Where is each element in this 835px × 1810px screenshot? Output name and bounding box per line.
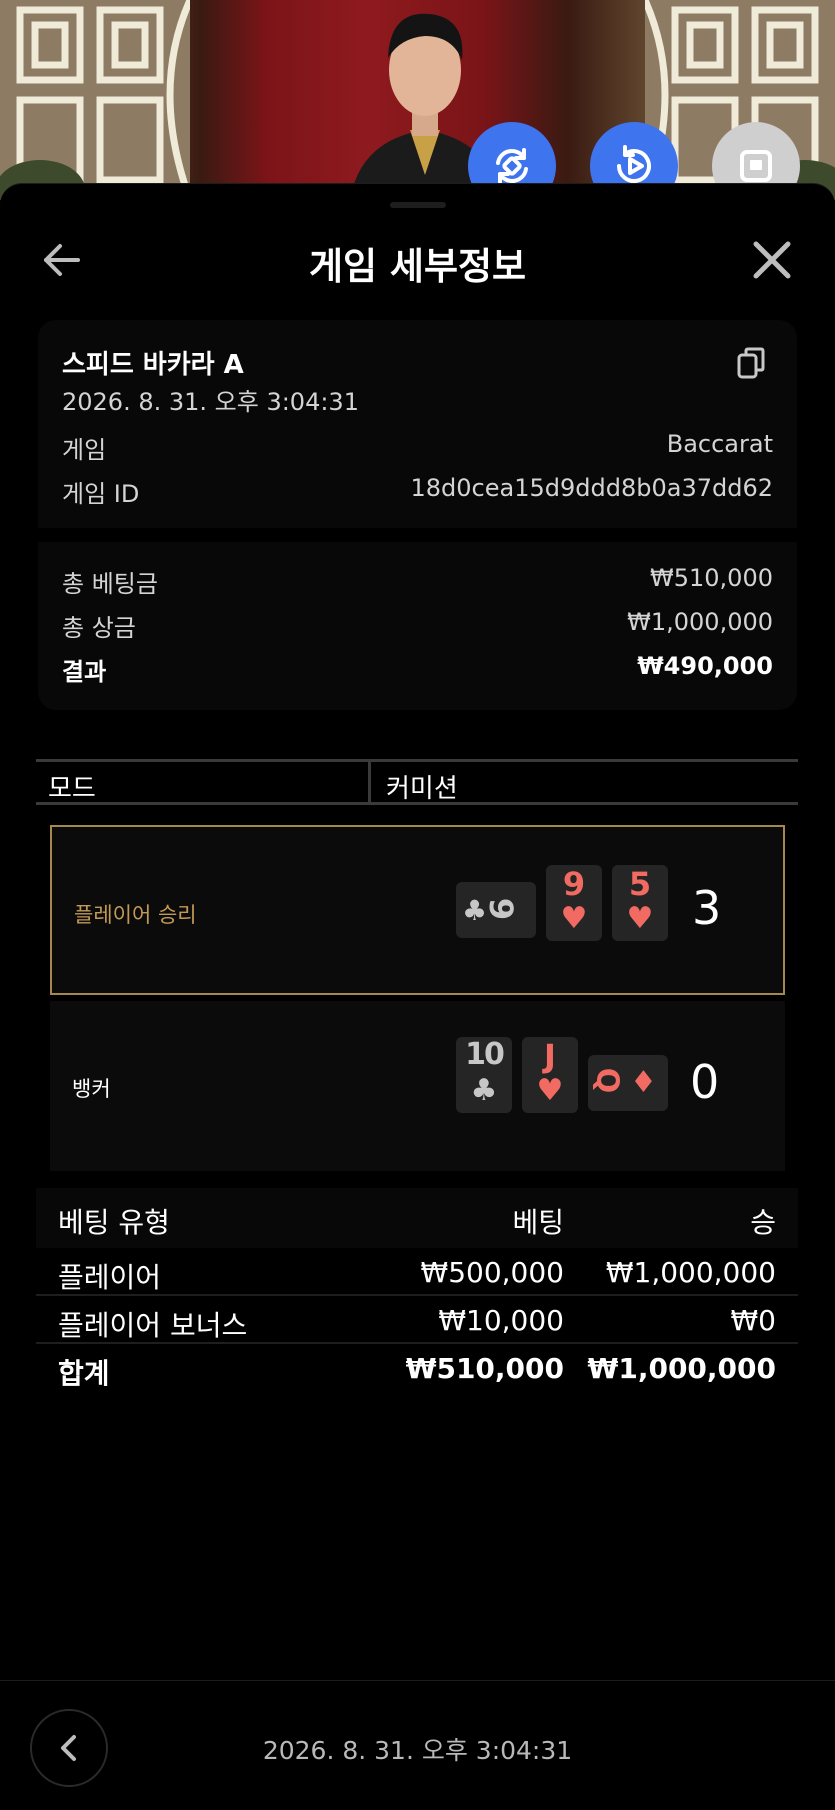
bet-table: 베팅 유형 베팅 승 플레이어 ₩500,000 ₩1,000,000 플레이어… — [36, 1188, 798, 1392]
lattice-screen-left — [0, 0, 190, 200]
close-button[interactable] — [748, 236, 796, 284]
player-hand: 플레이어 승리 ♣ 9 9 ♥ 5 ♥ 3 — [50, 825, 785, 995]
card-rank: 9 — [562, 865, 586, 903]
game-datetime: 2026. 8. 31. 오후 3:04:31 — [62, 388, 359, 416]
card-rank: Q — [589, 1067, 625, 1094]
card-suit: ♣ — [470, 1073, 498, 1108]
game-name: 스피드 바카라 A — [62, 350, 244, 380]
sheet-grabber[interactable] — [390, 202, 446, 208]
footer-nav: 2026. 8. 31. 오후 3:04:31 — [0, 1680, 835, 1810]
table-row: 플레이어 보너스 ₩10,000 ₩0 — [36, 1296, 798, 1344]
mode-label: 모드 — [48, 774, 96, 804]
total-win-row: 총 상금 ₩1,000,000 — [62, 608, 773, 642]
bet-amount: ₩10,000 — [438, 1304, 564, 1337]
banker-label: 뱅커 — [72, 1077, 111, 1101]
copy-button[interactable] — [736, 346, 766, 380]
table-row: 플레이어 ₩500,000 ₩1,000,000 — [36, 1248, 798, 1296]
card-suit: ♥ — [536, 1073, 564, 1108]
card-rank: 5 — [628, 865, 652, 903]
total-bet: ₩510,000 — [405, 1352, 564, 1385]
total-win: ₩1,000,000 — [587, 1352, 776, 1385]
game-details-sheet: 게임 세부정보 스피드 바카라 A 2026. 8. 31. 오후 3:04:3… — [0, 183, 835, 1810]
banker-card-2: J ♥ — [522, 1037, 578, 1113]
card-rank: 9 — [482, 897, 521, 921]
game-info-section: 스피드 바카라 A 2026. 8. 31. 오후 3:04:31 게임 Bac… — [38, 320, 797, 528]
result-label: 결과 — [62, 658, 107, 686]
footer-datetime: 2026. 8. 31. 오후 3:04:31 — [262, 1736, 573, 1765]
total-win-label: 총 상금 — [62, 614, 136, 642]
game-type-label: 게임 — [62, 436, 107, 464]
game-type-value: Baccarat — [666, 430, 773, 458]
game-id-value: 18d0cea15d9ddd8b0a37dd62 — [410, 474, 773, 502]
header: 게임 세부정보 — [0, 226, 835, 296]
card-divider — [38, 528, 797, 542]
mode-table: 모드 커미션 — [36, 759, 798, 805]
total-bet-row: 총 베팅금 ₩510,000 — [62, 564, 773, 598]
card-suit: ♥ — [560, 901, 588, 936]
total-label: 합계 — [58, 1357, 110, 1390]
total-win-value: ₩1,000,000 — [627, 608, 773, 636]
bet-table-header: 베팅 유형 베팅 승 — [36, 1188, 798, 1248]
close-icon — [753, 241, 791, 279]
bet-type: 플레이어 — [58, 1261, 162, 1294]
game-id-row: 게임 ID 18d0cea15d9ddd8b0a37dd62 — [62, 474, 773, 508]
mode-separator — [368, 762, 371, 802]
bet-win: ₩0 — [730, 1304, 777, 1337]
player-card-3: 5 ♥ — [612, 865, 668, 941]
live-video-feed — [0, 0, 835, 200]
mode-value: 커미션 — [386, 774, 458, 804]
bet-type-header: 베팅 유형 — [58, 1206, 170, 1239]
bet-type: 플레이어 보너스 — [58, 1309, 248, 1342]
card-rank: 10 — [465, 1037, 505, 1072]
player-card-1: ♣ 9 — [456, 882, 536, 938]
bet-amount-header: 베팅 — [512, 1206, 564, 1239]
result-row: 결과 ₩490,000 — [62, 652, 773, 686]
page-title: 게임 세부정보 — [308, 245, 527, 288]
total-row: 합계 ₩510,000 ₩1,000,000 — [36, 1344, 798, 1392]
game-type-row: 게임 Baccarat — [62, 430, 773, 464]
banker-card-3: Q ♦ — [588, 1055, 668, 1111]
game-id-label: 게임 ID — [62, 480, 140, 508]
bet-win-header: 승 — [750, 1206, 776, 1239]
result-value: ₩490,000 — [637, 652, 773, 680]
game-summary-card: 스피드 바카라 A 2026. 8. 31. 오후 3:04:31 게임 Bac… — [38, 320, 797, 710]
card-suit: ♥ — [626, 901, 654, 936]
copy-icon — [737, 347, 765, 379]
bet-amount: ₩500,000 — [420, 1256, 564, 1289]
player-score: 3 — [692, 881, 722, 935]
card-rank: J — [544, 1037, 556, 1075]
banker-card-1: 10 ♣ — [456, 1037, 512, 1113]
bet-win: ₩1,000,000 — [605, 1256, 776, 1289]
player-card-2: 9 ♥ — [546, 865, 602, 941]
total-bet-value: ₩510,000 — [650, 564, 773, 592]
total-bet-label: 총 베팅금 — [62, 570, 158, 598]
card-suit: ♦ — [630, 1065, 657, 1100]
banker-hand: 뱅커 10 ♣ J ♥ Q ♦ 0 — [50, 1001, 785, 1171]
player-result-label: 플레이어 승리 — [74, 903, 197, 927]
banker-score: 0 — [690, 1055, 720, 1109]
